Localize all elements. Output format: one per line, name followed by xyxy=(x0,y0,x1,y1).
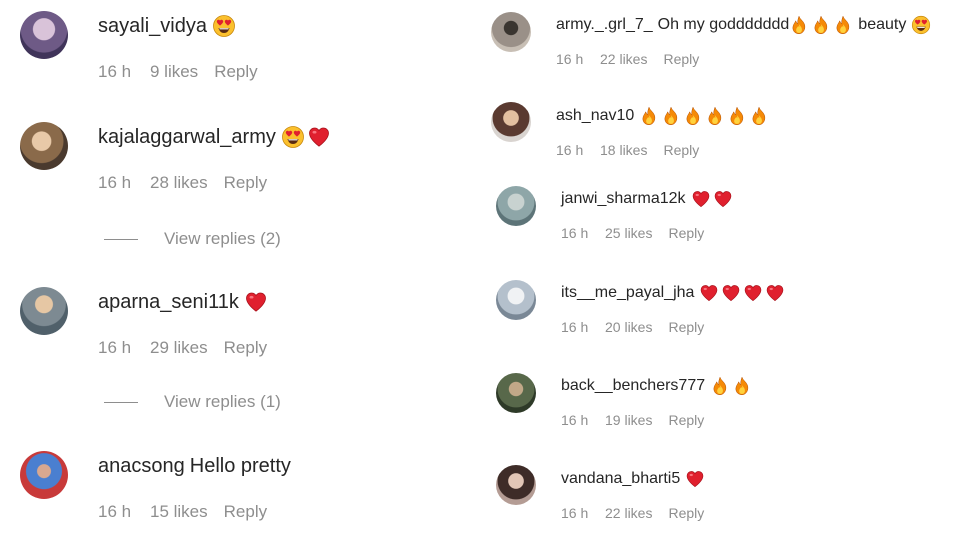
avatar[interactable] xyxy=(496,465,536,505)
likes-count[interactable]: 9 likes xyxy=(150,62,198,82)
likes-count[interactable]: 18 likes xyxy=(600,142,647,158)
red-heart-icon xyxy=(713,189,733,209)
red-heart-icon xyxy=(743,283,763,303)
username[interactable]: sayali_vidya xyxy=(98,15,207,38)
comment-age: 16 h xyxy=(561,505,589,521)
emoji-group xyxy=(281,125,331,149)
comment-text: Oh my goddddddd xyxy=(657,16,790,33)
avatar[interactable] xyxy=(20,287,68,335)
fire-icon xyxy=(833,15,853,35)
avatar[interactable] xyxy=(20,451,68,499)
emoji-group xyxy=(911,15,931,35)
divider-line xyxy=(104,401,138,403)
emoji-group xyxy=(639,106,769,126)
heart-eyes-icon xyxy=(281,125,305,149)
username[interactable]: kajalaggarwal_army xyxy=(98,126,276,149)
comment-age: 16 h xyxy=(556,51,584,67)
reply-button[interactable]: Reply xyxy=(224,173,267,193)
fire-icon xyxy=(789,15,809,35)
view-replies-button[interactable]: View replies (1) xyxy=(104,392,281,412)
comment-text-after: beauty xyxy=(858,16,907,33)
emoji-group xyxy=(691,189,733,209)
avatar[interactable] xyxy=(496,280,536,320)
likes-count[interactable]: 22 likes xyxy=(600,51,647,67)
comment-age: 16 h xyxy=(561,412,589,428)
fire-icon xyxy=(683,106,703,126)
comment-age: 16 h xyxy=(556,142,584,158)
comment-age: 16 h xyxy=(561,225,589,241)
username[interactable]: back__benchers777 xyxy=(561,377,705,395)
fire-icon xyxy=(661,106,681,126)
avatar[interactable] xyxy=(491,12,531,52)
likes-count[interactable]: 22 likes xyxy=(605,505,652,521)
username[interactable]: ash_nav10 xyxy=(556,107,634,125)
reply-button[interactable]: Reply xyxy=(668,225,704,241)
fire-icon xyxy=(749,106,769,126)
red-heart-icon xyxy=(699,283,719,303)
red-heart-icon xyxy=(721,283,741,303)
username[interactable]: anacsong xyxy=(98,455,185,478)
reply-button[interactable]: Reply xyxy=(668,412,704,428)
likes-count[interactable]: 28 likes xyxy=(150,173,208,193)
avatar[interactable] xyxy=(491,102,531,142)
likes-count[interactable]: 19 likes xyxy=(605,412,652,428)
avatar[interactable] xyxy=(20,122,68,170)
view-replies-button[interactable]: View replies (2) xyxy=(104,229,281,249)
reply-button[interactable]: Reply xyxy=(668,505,704,521)
likes-count[interactable]: 15 likes xyxy=(150,502,208,522)
comment-age: 16 h xyxy=(561,319,589,335)
reply-button[interactable]: Reply xyxy=(668,319,704,335)
avatar[interactable] xyxy=(496,186,536,226)
view-replies-label[interactable]: View replies (2) xyxy=(164,229,281,249)
emoji-group xyxy=(685,469,705,489)
avatar[interactable] xyxy=(496,373,536,413)
reply-button[interactable]: Reply xyxy=(663,142,699,158)
comment-age: 16 h xyxy=(98,62,132,81)
emoji-group xyxy=(710,376,752,396)
likes-count[interactable]: 29 likes xyxy=(150,338,208,358)
divider-line xyxy=(104,238,138,240)
username[interactable]: vandana_bharti5 xyxy=(561,470,680,488)
fire-icon xyxy=(710,376,730,396)
comment-age: 16 h xyxy=(98,502,132,521)
likes-count[interactable]: 25 likes xyxy=(605,225,652,241)
username[interactable]: its__me_payal_jha xyxy=(561,284,694,302)
fire-icon xyxy=(705,106,725,126)
fire-icon xyxy=(639,106,659,126)
username[interactable]: janwi_sharma12k xyxy=(561,190,686,208)
emoji-group xyxy=(789,15,853,35)
fire-icon xyxy=(732,376,752,396)
red-heart-icon xyxy=(307,125,331,149)
avatar[interactable] xyxy=(20,11,68,59)
reply-button[interactable]: Reply xyxy=(224,338,267,358)
username[interactable]: aparna_seni11k xyxy=(98,291,239,314)
username[interactable]: army._.grl_7_ xyxy=(556,16,653,34)
comment-age: 16 h xyxy=(98,338,132,357)
emoji-group xyxy=(212,14,236,38)
comment-text: Hello pretty xyxy=(189,454,291,477)
red-heart-icon xyxy=(244,290,268,314)
reply-button[interactable]: Reply xyxy=(224,502,267,522)
red-heart-icon xyxy=(691,189,711,209)
fire-icon xyxy=(811,15,831,35)
likes-count[interactable]: 20 likes xyxy=(605,319,652,335)
view-replies-label[interactable]: View replies (1) xyxy=(164,392,281,412)
emoji-group xyxy=(699,283,785,303)
emoji-group xyxy=(244,290,268,314)
heart-eyes-icon xyxy=(911,15,931,35)
reply-button[interactable]: Reply xyxy=(214,62,257,82)
reply-button[interactable]: Reply xyxy=(663,51,699,67)
comment-age: 16 h xyxy=(98,173,132,192)
fire-icon xyxy=(727,106,747,126)
red-heart-icon xyxy=(765,283,785,303)
red-heart-icon xyxy=(685,469,705,489)
heart-eyes-icon xyxy=(212,14,236,38)
